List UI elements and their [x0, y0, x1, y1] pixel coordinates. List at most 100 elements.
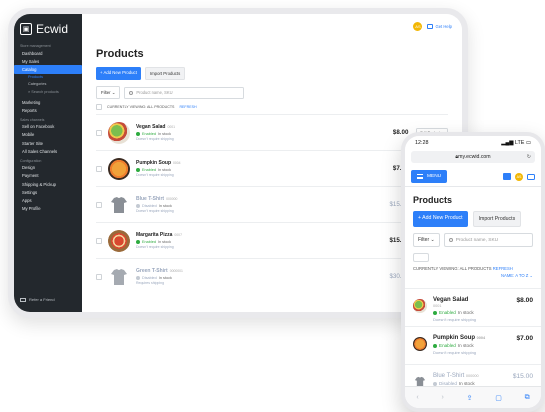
product-name[interactable]: Blue T-Shirt 000000 [433, 373, 513, 379]
filter-button[interactable]: Filter ⌄ [96, 86, 121, 99]
refresh-link[interactable]: REFRESH [493, 266, 513, 271]
product-name[interactable]: Green T-Shirt 0000001 [136, 268, 378, 274]
tshirt-icon[interactable] [108, 194, 130, 216]
status-dot-icon [136, 203, 140, 208]
status-dot-icon [136, 275, 140, 280]
filter-button[interactable]: Filter ⌄ [413, 233, 440, 247]
sidebar-search-products[interactable]: ⌕ Search products [20, 88, 78, 95]
menu-button[interactable]: MENU [411, 170, 448, 183]
sidebar-item-starter-site[interactable]: Starter Site [20, 139, 78, 147]
product-name[interactable]: Vegan Salad [433, 297, 516, 303]
reload-icon[interactable]: ↻ [527, 154, 531, 160]
sidebar-item-dashboard[interactable]: Dashboard [20, 49, 78, 57]
product-name[interactable]: Pumpkin Soup 0004 [433, 335, 516, 341]
phone-filter-row: Filter ⌄ Product name, SKU [413, 233, 533, 247]
product-thumbnail[interactable] [413, 337, 427, 351]
status-dot-icon [433, 343, 437, 348]
product-name[interactable]: Blue T-Shirt 000000 [136, 196, 378, 202]
product-name[interactable]: Vegan Salad 0001 [136, 124, 378, 130]
stage: ▣ Ecwid Store management Dashboard My Sa… [0, 0, 545, 412]
avatar[interactable]: AS [413, 22, 423, 31]
get-help-link[interactable]: Get Help [427, 24, 452, 29]
sidebar-item-settings[interactable]: Settings [20, 188, 78, 196]
row-checkbox[interactable] [96, 165, 102, 172]
chat-icon[interactable] [527, 173, 535, 180]
shipping-info: Doesn't require shipping [433, 316, 477, 322]
product-thumbnail[interactable] [108, 229, 130, 252]
sidebar-item-shipping[interactable]: Shipping & Pickup [20, 180, 78, 188]
sidebar-heading-store: Store management [20, 44, 51, 48]
ecwid-logo[interactable]: ▣ Ecwid [20, 22, 78, 36]
add-product-button[interactable]: + Add New Product [96, 67, 141, 80]
sort-dropdown[interactable]: NAME: A TO Z ⌄ [413, 273, 533, 278]
sidebar-heading-sales-channels: Sales channels [20, 117, 45, 122]
product-thumbnail[interactable] [108, 121, 130, 144]
sidebar-item-payment[interactable]: Payment [20, 172, 78, 180]
sidebar-item-apps[interactable]: Apps [20, 196, 78, 204]
table-row[interactable]: Blue T-Shirt 000000 Disabled In stock Doe… [96, 186, 448, 222]
url-text: my.ecwid.com [458, 154, 491, 160]
search-input[interactable]: Product name, SKU [124, 86, 245, 99]
sidebar-item-all-sales-channels[interactable]: All Sales Channels [20, 147, 78, 155]
product-sku: 0004 [476, 336, 486, 340]
table-row[interactable]: Vegan Salad 0001 Enabled In stock Doesn't… [96, 114, 448, 150]
back-icon[interactable]: ‹ [416, 394, 418, 401]
product-info: Green T-Shirt 0000001 Disabled In stock R… [136, 268, 378, 286]
phone-time: 12:28 [415, 140, 429, 146]
table-row[interactable]: Margarita Pizza 0007 Enabled In stock Doe… [96, 222, 448, 258]
list-item[interactable]: Pumpkin Soup 0004 Enabled In stock Doesn… [405, 326, 541, 364]
avatar[interactable]: AS [515, 172, 523, 181]
url-bar[interactable]: 🔒︎ my.ecwid.com ↻ [411, 151, 535, 163]
store-icon[interactable] [503, 173, 511, 180]
chevron-down-icon: ⌄ [430, 237, 435, 243]
list-item[interactable]: Vegan Salad 0001 Enabled In stock Doesn'… [405, 288, 541, 326]
product-thumbnail[interactable] [413, 299, 427, 313]
refresh-link[interactable]: REFRESH [179, 105, 196, 109]
sidebar-item-facebook[interactable]: Sell on Facebook [20, 123, 78, 131]
sidebar-item-marketing[interactable]: Marketing [20, 98, 78, 106]
search-input[interactable]: Product name, SKU [443, 233, 533, 247]
search-icon [448, 238, 453, 242]
share-icon[interactable]: ⇪ [467, 394, 473, 402]
product-name[interactable]: Pumpkin Soup 0004 [136, 160, 378, 166]
sidebar-item-mobile[interactable]: Mobile [20, 131, 78, 139]
bookmarks-icon[interactable]: ▢ [495, 394, 502, 402]
sidebar-item-catalog[interactable]: Catalog [14, 65, 82, 74]
tshirt-icon[interactable] [108, 266, 130, 288]
product-info: Blue T-Shirt 000000 Disabled In stock Doe… [136, 196, 378, 213]
phone-screen: 12:28 ▂▄▆ LTE ▭ 🔒︎ my.ecwid.com ↻ MENU A… [405, 136, 541, 408]
sidebar-item-my-sales[interactable]: My Sales [20, 57, 78, 65]
add-product-button[interactable]: + Add New Product [413, 211, 468, 227]
product-actions: + Add New Product Import Products [96, 67, 448, 80]
table-row[interactable]: Green T-Shirt 0000001 Disabled In stock R… [96, 258, 448, 294]
chevron-down-icon: ⌄ [529, 273, 533, 278]
product-status: Enabled In stock [433, 310, 516, 315]
get-help-label: Get Help [435, 24, 452, 29]
sidebar-item-my-profile[interactable]: My Profile [20, 205, 78, 213]
select-all-checkbox[interactable] [96, 104, 102, 110]
product-name[interactable]: Margarita Pizza 0007 [136, 232, 378, 238]
sidebar-subitem-categories[interactable]: Categories [20, 81, 78, 88]
forward-icon[interactable]: › [441, 394, 443, 401]
page-title: Products [413, 195, 453, 205]
product-thumbnail[interactable] [108, 157, 130, 180]
shipping-info: Requires shipping [136, 281, 165, 286]
sidebar-item-reports[interactable]: Reports [20, 106, 78, 114]
product-sku: 0004 [173, 160, 181, 165]
phone-nav-icons: AS [503, 172, 535, 181]
refer-a-friend[interactable]: Refer a Friend [20, 297, 55, 302]
select-all-dropdown[interactable] [413, 253, 429, 262]
import-products-button[interactable]: Import Products [472, 211, 522, 227]
sidebar-subitem-products[interactable]: Products [20, 74, 78, 81]
table-row[interactable]: Pumpkin Soup 0004 Enabled In stock Doesn'… [96, 150, 448, 186]
menu-label: MENU [427, 174, 442, 179]
tabs-icon[interactable]: ⧉ [525, 394, 530, 402]
row-checkbox[interactable] [96, 201, 102, 208]
row-checkbox[interactable] [96, 273, 102, 280]
sidebar-item-design[interactable]: Design [20, 164, 78, 172]
phone-nav: MENU AS [405, 167, 541, 187]
import-products-button[interactable]: Import Products [144, 67, 186, 80]
product-list: Vegan Salad 0001 Enabled In stock Doesn't… [96, 114, 448, 294]
row-checkbox[interactable] [96, 237, 102, 244]
row-checkbox[interactable] [96, 129, 102, 136]
